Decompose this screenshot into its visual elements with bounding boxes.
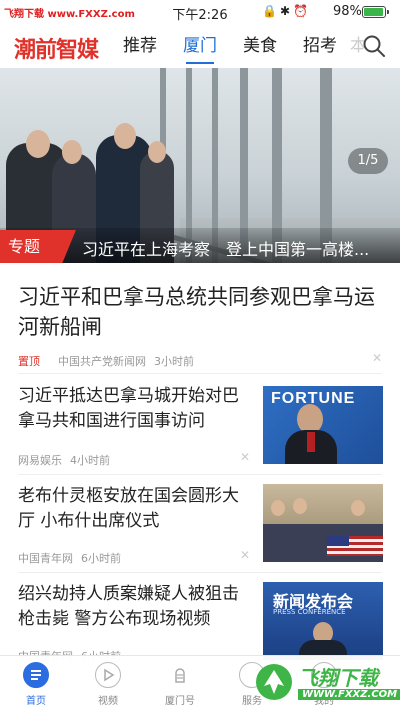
news-source: 中国青年网 (18, 552, 73, 565)
news-source: 网易娱乐 (18, 454, 62, 467)
news-item-meta: 中国青年网 6小时前 (18, 550, 121, 566)
top-story-title[interactable]: 习近平和巴拿马总统共同参观巴拿马运河新船闸 (18, 282, 384, 342)
tab-food[interactable]: 美食 (230, 24, 290, 68)
nav-xiamen-account[interactable]: 厦门号 (144, 656, 216, 711)
nav-label: 视频 (98, 696, 118, 707)
news-time: 6小时前 (81, 552, 121, 565)
watermark-brand: 飞翔下载 (298, 666, 378, 690)
site-watermark-logo: 飞翔下载 WWW.FXXZ.COM (252, 656, 400, 711)
top-nav: 潮前智媒 推荐 厦门 美食 招考 本 (0, 24, 400, 68)
top-story-meta: 置顶 中国共产党新闻网 3小时前 (18, 353, 194, 369)
nav-label: 首页 (26, 696, 46, 707)
channel-tabs: 推荐 厦门 美食 招考 本 (110, 24, 364, 68)
banner-counter: 1/5 (348, 148, 388, 174)
featured-banner[interactable]: 1/5 专题 习近平在上海考察 登上中国第一高楼... (0, 68, 400, 263)
status-icons: 🔒✱⏰ (262, 4, 311, 18)
banner-caption[interactable]: 习近平在上海考察 登上中国第一高楼... (82, 236, 390, 260)
tab-recommend[interactable]: 推荐 (110, 24, 170, 68)
news-time: 4小时前 (70, 454, 110, 467)
thumbnail-subtext: PRESS CONFERENCE (273, 608, 346, 616)
dismiss-icon[interactable]: ✕ (372, 351, 382, 365)
nav-home[interactable]: 首页 (0, 656, 72, 711)
story-time: 3小时前 (154, 355, 194, 368)
pinned-badge: 置顶 (18, 355, 40, 368)
nav-video[interactable]: 视频 (72, 656, 144, 711)
home-icon (23, 662, 49, 688)
dismiss-icon[interactable]: ✕ (240, 450, 250, 464)
news-item-meta: 网易娱乐 4小时前 (18, 452, 110, 468)
story-source: 中国共产党新闻网 (58, 355, 146, 368)
watermark-url: WWW.FXXZ.COM (298, 689, 400, 700)
play-icon (95, 662, 121, 688)
tab-xiamen[interactable]: 厦门 (170, 24, 230, 68)
news-item-title[interactable]: 绍兴劫持人质案嫌疑人被狙击枪击毙 警方公布现场视频 (18, 582, 250, 632)
bulb-icon (167, 662, 193, 688)
battery-icon (362, 6, 389, 18)
status-bar: 飞翔下载 www.FXXZ.com 下午2:26 🔒✱⏰ 98% (0, 0, 400, 24)
news-item-title[interactable]: 习近平抵达巴拿马城开始对巴拿马共和国进行国事访问 (18, 384, 250, 434)
search-icon[interactable] (362, 34, 386, 58)
tab-exams[interactable]: 招考 (290, 24, 350, 68)
news-item-title[interactable]: 老布什灵柩安放在国会圆形大厅 小布什出席仪式 (18, 484, 250, 534)
news-thumbnail[interactable]: 新闻发布会 PRESS CONFERENCE (263, 582, 383, 660)
news-thumbnail[interactable]: FORTUNE (263, 386, 383, 464)
news-thumbnail[interactable] (263, 484, 383, 562)
nav-label: 厦门号 (165, 696, 195, 707)
app-logo: 潮前智媒 (14, 37, 99, 63)
dismiss-icon[interactable]: ✕ (240, 548, 250, 562)
battery-percent: 98% (333, 4, 362, 19)
